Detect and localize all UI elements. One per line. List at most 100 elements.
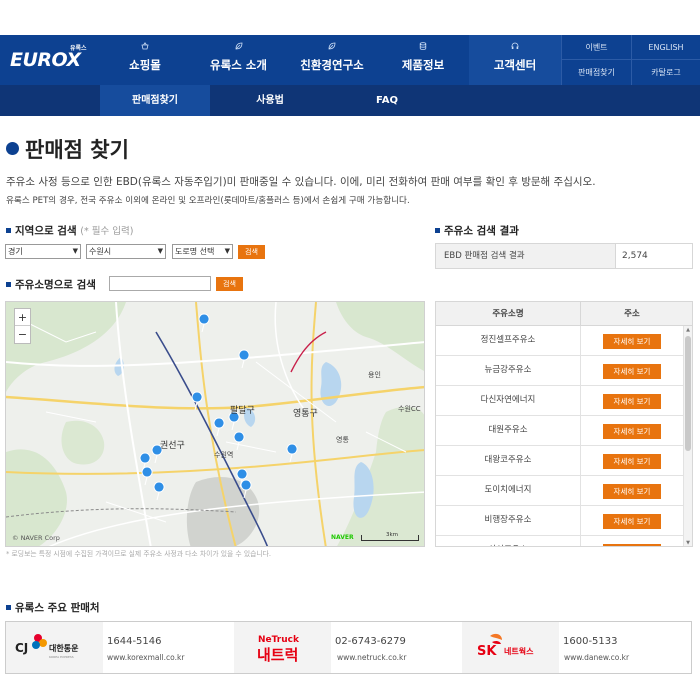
netruck-logo-mark: NeTruck 내트럭 [257,635,300,664]
chevron-down-icon: ▼ [72,247,78,255]
station-row: 다신자연에너지 자세히 보기 [436,386,683,416]
scroll-down-icon[interactable]: ▼ [684,539,692,546]
station-detail-button[interactable]: 자세히 보기 [603,514,661,529]
basket-icon [100,42,190,52]
chevron-down-icon: ▼ [224,247,230,255]
eurox-logo[interactable]: EUROX 유록스 [10,43,92,75]
netruck-url[interactable]: www.netruck.co.kr [337,653,407,662]
svg-text:SK: SK [477,644,497,659]
station-detail-button[interactable]: 자세히 보기 [603,484,661,499]
station-list-scrollbar[interactable]: ▲ ▼ [683,326,692,546]
menu-customer-center[interactable]: 고객센터 [469,35,561,85]
leaf-icon [190,42,287,52]
utility-menu: 이벤트 ENGLISH 판매점찾기 카탈로그 [561,35,700,85]
result-title: 주유소 검색 결과 [444,225,519,237]
station-name: 대원주유소 [436,416,581,445]
menu-shopping[interactable]: 쇼핑몰 [100,35,190,85]
distributors-title: 유록스 주요 판매처 [15,602,100,614]
name-search-title: 주유소명으로 검색 [15,279,96,291]
util-catalog-link[interactable]: 카탈로그 [631,60,700,85]
map-label-yeongtong-area: 영통 [336,436,349,444]
util-event-link[interactable]: 이벤트 [561,35,631,60]
menu-about[interactable]: 유록스 소개 [190,35,287,85]
station-detail-button[interactable]: 자세히 보기 [603,364,661,379]
bullet-icon [6,281,11,287]
zoom-out-button[interactable]: − [15,326,30,343]
bullet-icon [6,604,11,610]
menu-products[interactable]: 제품정보 [377,35,469,85]
sk-logo-mark: SK 네트웍스 [477,633,534,659]
name-search-button[interactable]: 검색 [216,277,243,291]
station-name: 뉴금강주유소 [436,356,581,385]
sub-nav: 판매점찾기 사용법 FAQ [0,85,700,116]
station-detail-button[interactable]: 자세히 보기 [603,334,661,349]
database-icon [377,42,469,52]
menu-label: 제품정보 [401,58,445,72]
station-row: 대왕코주유소 자세히 보기 [436,446,683,476]
station-detail-button[interactable]: 자세히 보기 [603,424,661,439]
city-select[interactable]: 수원시 ▼ [86,244,166,259]
zoom-in-button[interactable]: + [15,309,30,326]
util-store-finder-link[interactable]: 판매점찾기 [561,60,631,85]
region-search-button[interactable]: 검색 [238,245,265,259]
map-label-suwon-station: 수원역 [214,451,234,459]
region-search-title: 지역으로 검색 [15,225,77,237]
province-select[interactable]: 경기 ▼ [5,244,81,259]
station-row: 대원주유소 자세히 보기 [436,416,683,446]
page-description-pet: 유록스 PET의 경우, 전국 주유소 이외에 온라인 및 오프라인(롯데마트/… [6,196,410,206]
scroll-thumb[interactable] [685,336,691,451]
scroll-up-icon[interactable]: ▲ [684,326,692,334]
road-select[interactable]: 도로명 선택 ▼ [172,244,233,259]
station-name-input[interactable] [109,276,211,291]
menu-eco-lab[interactable]: 친환경연구소 [287,35,377,85]
result-label: EBD 판매점 검색 결과 [436,244,616,268]
sk-logo[interactable]: SK 네트웍스 [462,622,559,673]
cj-logo-mark: CJ 대한통운 KOREA EXPRESS [15,634,79,659]
station-row: 삼성주유소자세히 보기 [436,536,683,546]
naver-logo: NAVER [331,534,354,541]
station-name: 대왕코주유소 [436,446,581,475]
tab-faq[interactable]: FAQ [332,85,442,116]
store-map[interactable]: 팔달구 영통구 권선구 수원역 수원CC 영통 용인 + − © NAVER C… [5,301,425,547]
station-list-header: 주유소명 주소 [436,302,692,326]
map-label-paldal: 팔달구 [230,406,255,416]
menu-label: 쇼핑몰 [129,58,161,72]
station-name: 다신자연에너지 [436,386,581,415]
tab-usage[interactable]: 사용법 [215,85,325,116]
menu-label: 유록스 소개 [210,58,267,72]
map-label-yongin: 용인 [368,371,381,379]
util-english-link[interactable]: ENGLISH [631,35,700,60]
station-detail-button[interactable]: 자세히 보기 [603,544,661,546]
netruck-phone: 02-6743-6279 [335,636,406,647]
sk-url[interactable]: www.danew.co.kr [564,653,629,662]
cj-logo[interactable]: CJ 대한통운 KOREA EXPRESS [6,622,103,673]
station-name: 도이치에너지 [436,476,581,505]
netruck-logo[interactable]: NeTruck 내트럭 [234,622,331,673]
map-credit: © NAVER Corp [12,534,60,542]
map-canvas [6,302,424,546]
page-title: 판매점 찾기 [25,138,129,162]
tab-store-finder[interactable]: 판매점찾기 [100,85,210,116]
col-station-name: 주유소명 [436,302,581,326]
cj-url[interactable]: www.korexmall.co.kr [107,653,184,662]
station-name: 정진셀프주유소 [436,326,581,355]
chevron-down-icon: ▼ [157,247,163,255]
station-name: 비행장주유소 [436,506,581,535]
station-detail-button[interactable]: 자세히 보기 [603,394,661,409]
city-value: 수원시 [89,247,112,256]
station-row: 뉴금강주유소 자세히 보기 [436,356,683,386]
road-value: 도로명 선택 [175,247,215,256]
svg-text:대한통운: 대한통운 [49,643,79,653]
map-label-suwon-cc: 수원CC [398,405,421,413]
result-table: EBD 판매점 검색 결과 2,574 [435,243,693,269]
result-count: 2,574 [622,251,648,261]
station-row: 비행장주유소 자세히 보기 [436,506,683,536]
svg-text:NeTruck: NeTruck [258,635,300,645]
distributors-box: CJ 대한통운 KOREA EXPRESS 1644-5146 www.kore… [5,621,692,674]
headset-icon [469,42,561,52]
station-detail-button[interactable]: 자세히 보기 [603,454,661,469]
svg-text:내트럭: 내트럭 [257,646,298,664]
map-label-gwonseon: 권선구 [160,441,185,451]
logo-sub: 유록스 [70,45,87,52]
col-address: 주소 [624,309,640,319]
